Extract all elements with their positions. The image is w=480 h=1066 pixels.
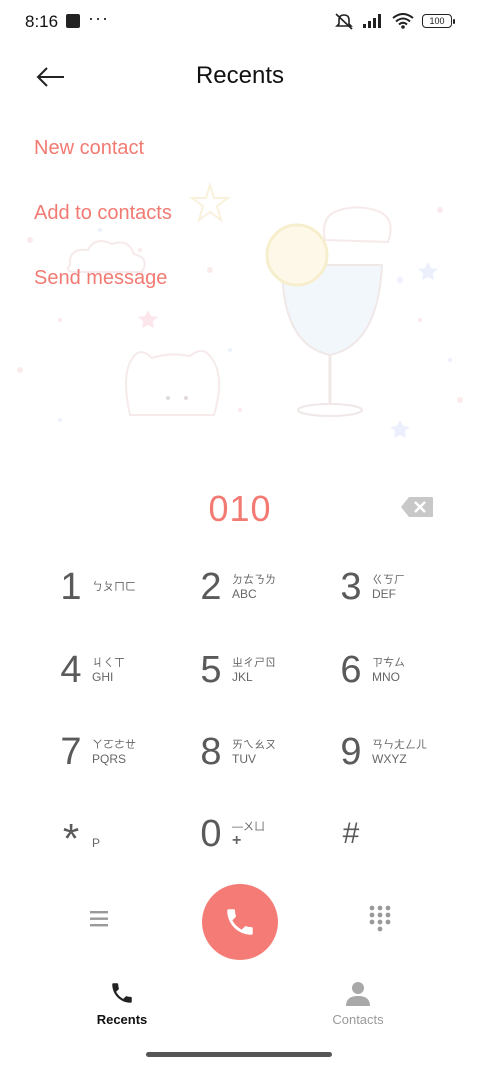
key-digit: 6: [340, 649, 362, 691]
battery-icon: 100: [422, 14, 455, 28]
nav-recents-label: Recents: [96, 1012, 148, 1027]
key-hash[interactable]: #: [336, 804, 456, 864]
key-zhuyin: ㄢㄣㄤㄥㄦ: [372, 739, 427, 751]
status-time: 8:16: [25, 12, 59, 31]
new-contact-option[interactable]: New contact: [34, 137, 144, 160]
key-letters: P: [92, 836, 101, 850]
backspace-icon: [401, 497, 433, 517]
key-zhuyin: ㄞㄟㄠㄡ: [232, 739, 276, 751]
status-icons: 100: [334, 12, 455, 30]
key-digit: 8: [200, 731, 222, 773]
key-digit: 2: [200, 566, 222, 608]
key-zhuyin: ㄉㄊㄋㄌ: [232, 574, 276, 586]
status-bar: 8:16 ··· 100: [0, 0, 480, 44]
key-zhuyin: ㄚㄛㄜㄝ: [92, 739, 136, 751]
page-title: Recents: [195, 62, 285, 89]
mute-icon: [335, 13, 353, 30]
key-digit: 9: [340, 731, 362, 773]
nav-contacts[interactable]: Contacts: [298, 980, 418, 1027]
phone-icon: [112, 983, 132, 1003]
menu-button[interactable]: [86, 906, 114, 932]
key-zhuyin: ㄍㄎㄏ: [372, 574, 405, 586]
key-digit: *: [62, 815, 80, 862]
key-letters: DEF: [372, 587, 396, 601]
person-icon: [346, 982, 370, 1006]
backspace-button[interactable]: [400, 496, 434, 518]
key-star[interactable]: * P: [56, 804, 176, 864]
key-letters: PQRS: [92, 752, 127, 766]
phone-icon: [227, 909, 253, 935]
key-digit: 5: [200, 649, 222, 691]
key-letters: TUV: [232, 752, 256, 766]
key-1[interactable]: 1 ㄅㄆㄇㄈ: [56, 557, 176, 617]
menu-icon: [90, 911, 108, 927]
key-6[interactable]: 6 ㄗㄘㄙ MNO: [336, 640, 456, 700]
key-9[interactable]: 9 ㄢㄣㄤㄥㄦ WXYZ: [336, 722, 456, 782]
key-zhuyin: ㄓㄔㄕㄖ: [232, 657, 276, 669]
dialpad-button[interactable]: [368, 904, 392, 932]
nav-contacts-label: Contacts: [332, 1012, 384, 1027]
key-8[interactable]: 8 ㄞㄟㄠㄡ TUV: [196, 722, 316, 782]
key-letters: +: [232, 832, 242, 849]
call-button[interactable]: [202, 884, 278, 960]
send-message-option[interactable]: Send message: [34, 267, 167, 290]
key-letters: ABC: [232, 587, 257, 601]
key-5[interactable]: 5 ㄓㄔㄕㄖ JKL: [196, 640, 316, 700]
add-to-contacts-option[interactable]: Add to contacts: [34, 202, 172, 225]
key-digit: #: [342, 817, 360, 850]
status-overflow: ···: [88, 8, 109, 28]
home-indicator[interactable]: [146, 1052, 332, 1057]
key-digit: 4: [60, 649, 82, 691]
key-letters: JKL: [232, 670, 253, 684]
key-zhuyin: ㄐㄑㄒ: [92, 657, 125, 669]
signal-icon: [363, 14, 381, 28]
key-digit: 1: [60, 566, 82, 608]
key-letters: WXYZ: [372, 752, 407, 766]
key-digit: 0: [200, 813, 222, 855]
key-7[interactable]: 7 ㄚㄛㄜㄝ PQRS: [56, 722, 176, 782]
nav-recents[interactable]: Recents: [62, 980, 182, 1027]
key-letters: MNO: [372, 670, 400, 684]
key-2[interactable]: 2 ㄉㄊㄋㄌ ABC: [196, 557, 316, 617]
key-3[interactable]: 3 ㄍㄎㄏ DEF: [336, 557, 456, 617]
key-letters: GHI: [92, 670, 114, 684]
key-4[interactable]: 4 ㄐㄑㄒ GHI: [56, 640, 176, 700]
wifi-icon: [392, 13, 414, 29]
key-digit: 3: [340, 566, 362, 608]
app-square-icon: [66, 14, 80, 28]
key-0[interactable]: 0 —ㄨㄩ +: [196, 804, 316, 864]
dialpad-icon: [369, 905, 391, 932]
key-digit: 7: [60, 731, 82, 773]
key-zhuyin: ㄗㄘㄙ: [372, 657, 405, 669]
key-zhuyin: ㄅㄆㄇㄈ: [92, 581, 136, 593]
